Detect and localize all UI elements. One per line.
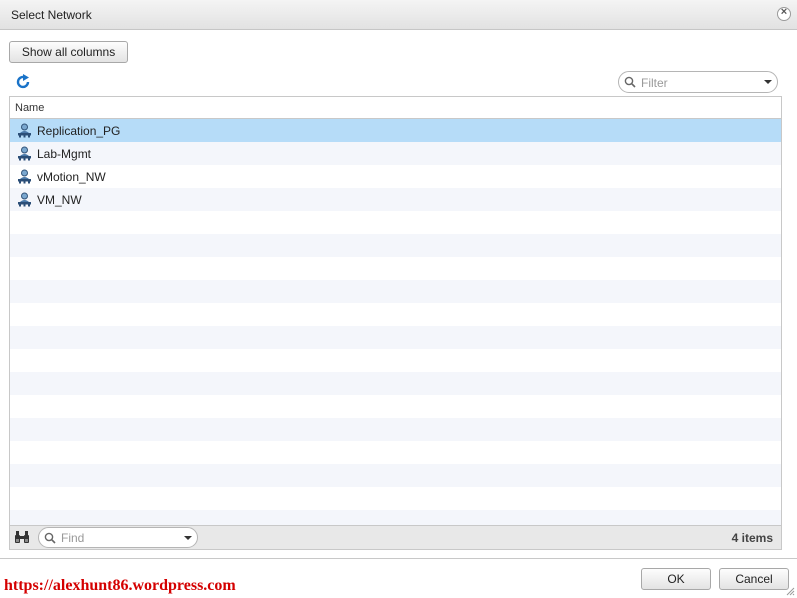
empty-row [10,234,781,257]
empty-row [10,441,781,464]
ok-button[interactable]: OK [641,568,711,590]
search-icon [44,532,56,544]
item-count: 4 items [731,531,773,545]
network-portgroup-icon [17,192,32,207]
table-row[interactable]: VM_NW [10,188,781,211]
row-label: Replication_PG [37,124,121,138]
binoculars-icon[interactable] [14,531,30,544]
empty-row [10,280,781,303]
empty-row [10,418,781,441]
empty-row [10,395,781,418]
table-row[interactable]: vMotion_NW [10,165,781,188]
empty-row [10,487,781,510]
grid-rows: Replication_PG Lab-Mgmt vMotion_NW VM_NW [10,119,781,533]
empty-row [10,257,781,280]
find-placeholder: Find [61,531,85,545]
table-row[interactable]: Replication_PG [10,119,781,142]
empty-row [10,303,781,326]
grid-footer: Find 4 items [10,525,781,549]
column-header-name[interactable]: Name [10,97,781,119]
empty-row [10,372,781,395]
row-label: vMotion_NW [37,170,106,184]
network-portgroup-icon [17,146,32,161]
search-icon [624,76,636,88]
refresh-icon[interactable] [15,74,31,90]
filter-placeholder: Filter [641,76,668,90]
chevron-down-icon[interactable] [764,80,772,84]
empty-row [10,349,781,372]
empty-row [10,326,781,349]
chevron-down-icon[interactable] [184,536,192,540]
find-input[interactable]: Find [38,527,198,548]
network-portgroup-icon [17,169,32,184]
table-row[interactable]: Lab-Mgmt [10,142,781,165]
close-icon[interactable]: × [777,6,791,21]
cancel-button[interactable]: Cancel [719,568,789,590]
dialog-title-bar: Select Network × [0,0,797,30]
column-header-label: Name [15,102,45,114]
dialog-title: Select Network [11,8,92,22]
empty-row [10,464,781,487]
resize-grip-icon[interactable] [786,587,795,596]
network-grid: Name Replication_PG Lab-Mgmt vMotion_NW VM_… [9,96,782,550]
row-label: Lab-Mgmt [37,147,92,161]
row-label: VM_NW [37,193,82,207]
empty-row [10,211,781,234]
filter-input[interactable]: Filter [618,71,778,93]
network-portgroup-icon [17,123,32,138]
watermark-url: https://alexhunt86.wordpress.com [4,577,236,594]
show-all-columns-button[interactable]: Show all columns [9,41,128,63]
divider [0,558,797,559]
